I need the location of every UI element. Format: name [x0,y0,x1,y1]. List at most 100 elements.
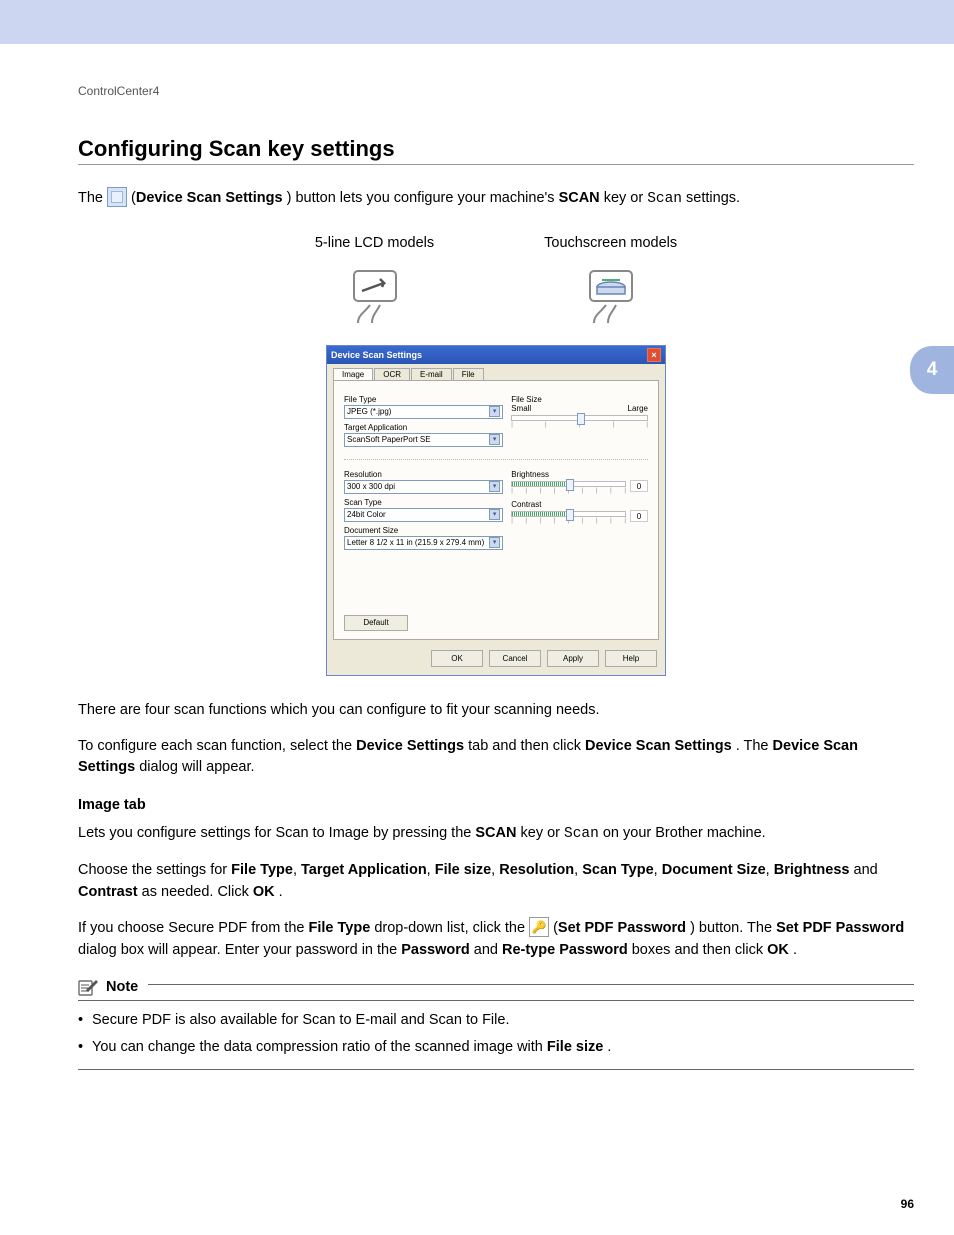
para-four-functions: There are four scan functions which you … [78,700,914,722]
text: Device Scan Settings [585,738,732,754]
file-type-select[interactable]: JPEG (*.jpg) ▾ [344,405,503,419]
file-type-value: JPEG (*.jpg) [347,407,391,416]
text: Re-type Password [502,942,628,958]
text: . [279,884,283,900]
text: Contrast [78,884,138,900]
text: . [793,942,797,958]
text: File size [435,862,491,878]
page-number: 96 [901,1197,914,1211]
text: ) button. The [690,920,776,936]
intro-paragraph: The (Device Scan Settings ) button lets … [78,187,914,211]
section-heading: Configuring Scan key settings [78,136,914,165]
tab-ocr[interactable]: OCR [374,368,410,380]
text: OK [253,884,275,900]
text: tab and then click [468,738,585,754]
text: Scan [564,826,599,842]
tab-email[interactable]: E-mail [411,368,452,380]
text: , [427,862,435,878]
text: Set PDF Password [558,920,686,936]
model-type-row: 5-line LCD models Touchscreen models [78,235,914,329]
para-configure: To configure each scan function, select … [78,736,914,780]
note-rule [148,984,914,985]
apply-button[interactable]: Apply [547,650,599,667]
text: Secure PDF is also available for Scan to… [92,1012,509,1028]
note-pencil-icon [78,978,100,996]
text: The [78,190,107,206]
tab-file[interactable]: File [453,368,484,380]
device-scan-settings-icon [107,187,127,207]
touch-model-label: Touchscreen models [544,235,677,251]
text: key or [604,190,648,206]
text: Device Settings [356,738,464,754]
key-icon [529,917,549,937]
text: , [574,862,582,878]
para-image-1: Lets you configure settings for Scan to … [78,823,914,846]
target-app-select[interactable]: ScanSoft PaperPort SE ▾ [344,433,503,447]
text: and [854,862,878,878]
contrast-slider[interactable]: ||||||||| [511,511,626,524]
note-box: Note Secure PDF is also available for Sc… [78,978,914,1070]
scan-type-value: 24bit Color [347,510,386,519]
doc-size-select[interactable]: Letter 8 1/2 x 11 in (215.9 x 279.4 mm) … [344,536,503,550]
dialog-title: Device Scan Settings [331,350,422,360]
dialog-titlebar: Device Scan Settings × [327,346,665,364]
button-name: Device Scan Settings [136,190,283,206]
resolution-value: 300 x 300 dpi [347,482,395,491]
text: Scan Type [582,862,653,878]
file-size-slider[interactable]: ||||| [511,415,648,428]
cancel-button[interactable]: Cancel [489,650,541,667]
note-list: Secure PDF is also available for Scan to… [78,1001,914,1070]
text: If you choose Secure PDF from the [78,920,309,936]
file-size-label: File Size [511,395,648,404]
file-type-label: File Type [344,395,503,404]
scan-type-select[interactable]: 24bit Color ▾ [344,508,503,522]
scan-type-label: Scan Type [344,498,503,507]
text: File size [547,1039,603,1055]
text: and [474,942,502,958]
text: Document Size [662,862,766,878]
resolution-select[interactable]: 300 x 300 dpi ▾ [344,480,503,494]
text: File Type [309,920,371,936]
chapter-side-tab: 4 [910,346,954,394]
chevron-down-icon: ▾ [489,434,500,445]
text: dialog box will appear. Enter your passw… [78,942,401,958]
text: Choose the settings for [78,862,231,878]
scan-mono: Scan [647,191,682,207]
device-scan-settings-dialog: Device Scan Settings × Image OCR E-mail … [326,345,666,676]
lcd-model-col: 5-line LCD models [315,235,434,329]
tab-image[interactable]: Image [333,368,373,380]
help-button[interactable]: Help [605,650,657,667]
text: . [607,1039,611,1055]
note-item: Secure PDF is also available for Scan to… [78,1009,914,1032]
ok-button[interactable]: OK [431,650,483,667]
contrast-value[interactable]: 0 [630,510,648,522]
text: , [293,862,301,878]
brightness-slider[interactable]: ||||||||| [511,481,626,494]
text: File Type [231,862,293,878]
close-icon[interactable]: × [647,348,661,362]
image-tab-subheading: Image tab [78,797,914,813]
brightness-value[interactable]: 0 [630,480,648,492]
page-content: ControlCenter4 4 Configuring Scan key se… [0,44,954,1235]
lcd-model-label: 5-line LCD models [315,235,434,251]
text: drop-down list, click the [374,920,529,936]
running-header: ControlCenter4 [78,84,914,98]
text: as needed. Click [142,884,253,900]
lcd-scan-button-icon [340,265,410,325]
default-button[interactable]: Default [344,615,408,631]
text: Lets you configure settings for Scan to … [78,825,475,841]
para-secure-pdf: If you choose Secure PDF from the File T… [78,917,914,962]
dialog-body: File Type JPEG (*.jpg) ▾ Target Applicat… [333,380,659,640]
chevron-down-icon: ▾ [489,509,500,520]
text: . The [736,738,773,754]
text: , [654,862,662,878]
file-size-small: Small [511,404,531,413]
note-item: You can change the data compression rati… [78,1036,914,1059]
text: ) button lets you configure your machine… [287,190,559,206]
text: You can change the data compression rati… [92,1039,547,1055]
scan-key: SCAN [559,190,600,206]
note-title: Note [106,979,138,995]
target-app-value: ScanSoft PaperPort SE [347,435,431,444]
file-size-large: Large [628,404,648,413]
top-accent-band [0,0,954,44]
